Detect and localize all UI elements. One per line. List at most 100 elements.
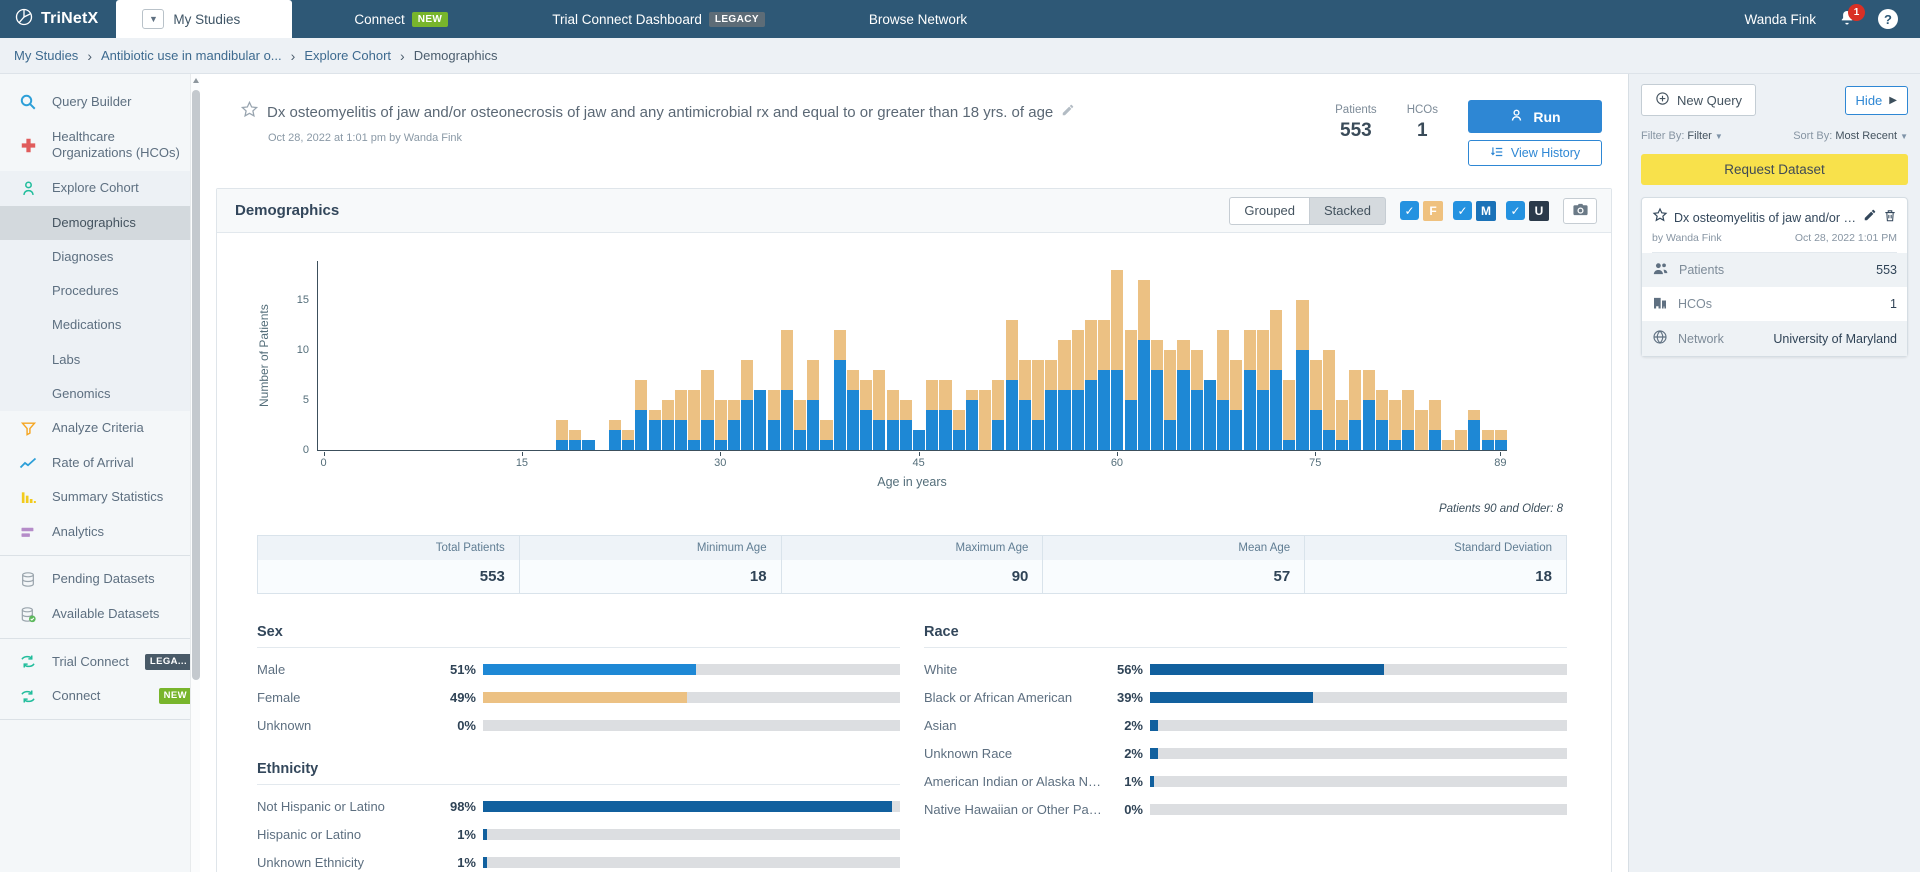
age-bar-male[interactable] [1323,430,1335,450]
age-bar-male[interactable] [1389,440,1401,450]
age-bar-male[interactable] [900,420,912,450]
sidebar-item-demographics[interactable]: Demographics [0,206,200,240]
new-query-button[interactable]: New Query [1641,84,1756,116]
toggle-stacked[interactable]: Stacked [1309,197,1386,225]
age-bar-male[interactable] [556,440,568,450]
request-dataset-button[interactable]: Request Dataset [1641,154,1908,185]
age-bar-male[interactable] [1310,410,1322,450]
age-bar-female[interactable] [1429,400,1441,430]
age-bar-female[interactable] [1045,360,1057,390]
age-bar-female[interactable] [1442,440,1454,450]
age-bar-male[interactable] [1111,370,1123,450]
view-history-button[interactable]: View History [1468,140,1602,166]
age-bar-male[interactable] [1429,430,1441,450]
age-bar-male[interactable] [1204,380,1216,450]
age-bar-male[interactable] [1363,400,1375,450]
sidebar-item-labs[interactable]: Labs [0,343,200,377]
age-bar-female[interactable] [820,420,832,440]
sort-by-control[interactable]: Sort By:Most Recent▼ [1793,130,1908,142]
age-bar-male[interactable] [1217,400,1229,450]
age-bar-female[interactable] [1389,400,1401,440]
sidebar-item-connect[interactable]: ConnectNEW [0,679,200,713]
age-bar-female[interactable] [1125,330,1137,400]
age-bar-male[interactable] [939,410,951,450]
age-bar-male[interactable] [1058,390,1070,450]
age-bar-male[interactable] [728,420,740,450]
breadcrumb-item-my-studies[interactable]: My Studies [14,48,78,63]
sidebar-item-available-datasets[interactable]: Available Datasets [0,597,200,632]
age-bar-female[interactable] [1230,360,1242,410]
age-bar-male[interactable] [887,420,899,450]
age-bar-female[interactable] [1006,320,1018,380]
age-bar-female[interactable] [1191,350,1203,390]
age-bar-male[interactable] [794,430,806,450]
age-bar-female[interactable] [1482,430,1494,440]
age-bar-male[interactable] [873,420,885,450]
age-bar-female[interactable] [900,400,912,420]
card-star-icon[interactable] [1652,207,1668,228]
age-bar-female[interactable] [609,420,621,430]
help-button[interactable]: ? [1878,9,1898,29]
sidebar-item-query-builder[interactable]: Query Builder [0,84,200,120]
age-bar-male[interactable] [834,360,846,450]
age-bar-female[interactable] [860,380,872,410]
age-bar-female[interactable] [992,380,1004,420]
age-bar-female[interactable] [794,400,806,430]
age-bar-female[interactable] [1468,410,1480,420]
sidebar-item-genomics[interactable]: Genomics [0,377,200,411]
checkbox-u-checked[interactable]: ✓ [1506,201,1525,220]
age-bar-female[interactable] [873,370,885,420]
age-bar-male[interactable] [609,430,621,450]
age-bar-female[interactable] [781,330,793,390]
breadcrumb-item-explore-cohort[interactable]: Explore Cohort [304,48,391,63]
checkbox-f-checked[interactable]: ✓ [1400,201,1419,220]
age-bar-male[interactable] [1336,440,1348,450]
age-bar-male[interactable] [1244,370,1256,450]
sidebar-item-rate-of-arrival[interactable]: Rate of Arrival [0,446,200,480]
age-bar-female[interactable] [807,360,819,400]
age-bar-male[interactable] [715,440,727,450]
age-bar-female[interactable] [1164,350,1176,420]
age-bar-female[interactable] [1111,270,1123,370]
breadcrumb-item-antibiotic-use-in-mandibular-o[interactable]: Antibiotic use in mandibular o... [101,48,282,63]
age-bar-female[interactable] [728,400,740,420]
age-bar-male[interactable] [635,410,647,450]
age-bar-female[interactable] [1455,430,1467,450]
age-bar-female[interactable] [1296,300,1308,350]
age-bar-female[interactable] [1349,370,1361,420]
age-bar-female[interactable] [939,380,951,410]
sidebar-item-medications[interactable]: Medications [0,308,200,342]
sidebar-item-healthcare-organizations-hcos[interactable]: Healthcare Organizations (HCOs) [0,120,200,171]
age-bar-male[interactable] [582,440,594,450]
age-bar-male[interactable] [1138,340,1150,450]
card-edit-pencil-icon[interactable] [1863,208,1877,227]
age-bar-male[interactable] [1283,440,1295,450]
age-bar-male[interactable] [1006,380,1018,450]
age-bar-male[interactable] [781,390,793,450]
nav-trial-connect-dashboard[interactable]: Trial Connect Dashboard LEGACY [530,0,787,38]
checkbox-m-checked[interactable]: ✓ [1453,201,1472,220]
age-bar-male[interactable] [1376,420,1388,450]
age-bar-male[interactable] [569,440,581,450]
age-bar-female[interactable] [662,400,674,420]
tab-my-studies[interactable]: ▼ My Studies [116,0,292,38]
age-bar-male[interactable] [1098,370,1110,450]
age-bar-female[interactable] [1217,330,1229,400]
sidebar-item-analyze-criteria[interactable]: Analyze Criteria [0,411,200,446]
age-bar-female[interactable] [979,390,991,450]
age-bar-female[interactable] [1495,430,1507,440]
sidebar-item-procedures[interactable]: Procedures [0,274,200,308]
age-bar-female[interactable] [556,420,568,440]
age-bar-male[interactable] [1032,420,1044,450]
age-bar-female[interactable] [622,430,634,440]
age-bar-female[interactable] [1323,350,1335,430]
age-bar-female[interactable] [1270,310,1282,370]
age-bar-female[interactable] [1019,360,1031,400]
age-bar-male[interactable] [1177,370,1189,450]
age-bar-female[interactable] [1098,320,1110,370]
age-bar-male[interactable] [768,420,780,450]
age-bar-male[interactable] [953,430,965,450]
age-bar-female[interactable] [675,390,687,420]
age-bar-female[interactable] [1244,330,1256,370]
sidebar-scrollbar[interactable] [190,74,200,872]
